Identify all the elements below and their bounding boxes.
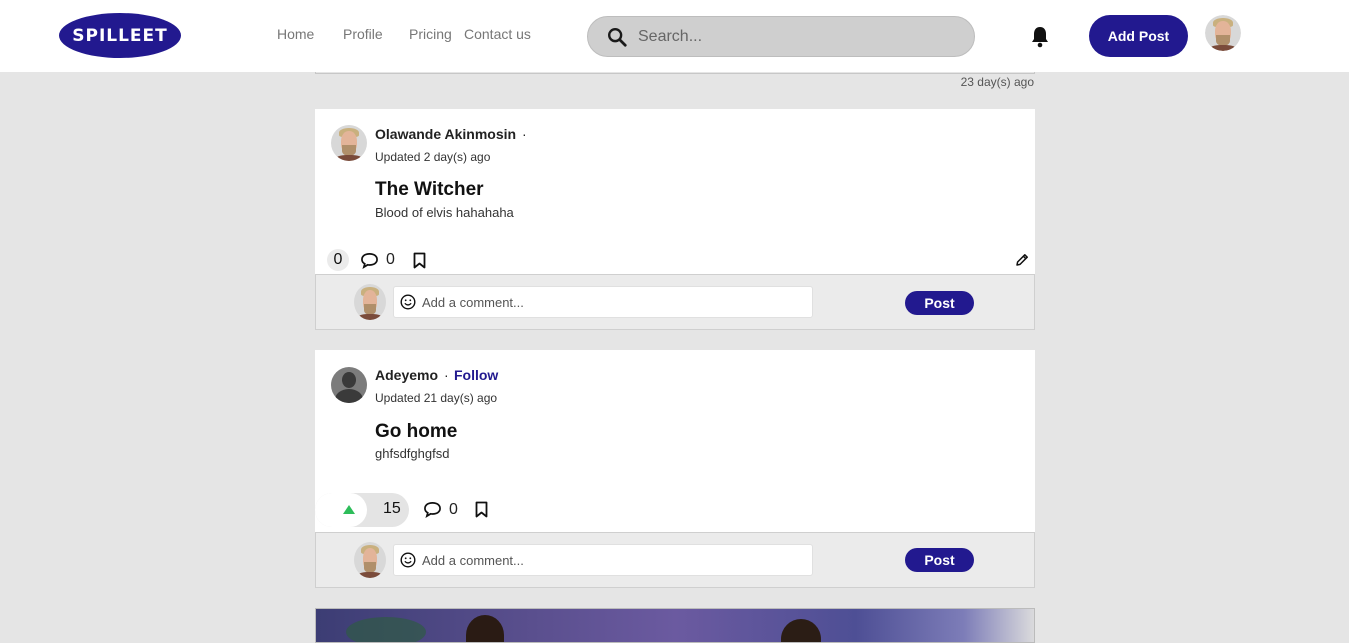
- comment-input[interactable]: [422, 287, 802, 317]
- vote-count: 15: [383, 500, 401, 517]
- commenter-avatar: [354, 542, 386, 578]
- author-name[interactable]: Olawande Akinmosin: [375, 126, 516, 142]
- search-input[interactable]: [638, 17, 958, 56]
- bell-icon[interactable]: [1030, 26, 1050, 48]
- author-avatar[interactable]: [331, 367, 367, 403]
- nav-pricing[interactable]: Pricing: [409, 26, 452, 42]
- search-bar[interactable]: [587, 16, 975, 57]
- comment-count: 0: [386, 251, 395, 268]
- vote-counter[interactable]: 0: [327, 249, 349, 271]
- post-body: ghfsdfghgfsd: [375, 446, 450, 461]
- emoji-icon[interactable]: [400, 552, 416, 568]
- follow-link[interactable]: Follow: [454, 367, 498, 383]
- post-comment-button[interactable]: Post: [905, 548, 974, 572]
- separator-dot: ·: [444, 367, 449, 383]
- comment-box[interactable]: [393, 286, 813, 318]
- post-card: Olawande Akinmosin · Updated 2 day(s) ag…: [315, 109, 1035, 245]
- comment-row: Post: [315, 274, 1035, 330]
- vote-counter[interactable]: 15: [315, 493, 409, 527]
- comment-input[interactable]: [422, 545, 802, 575]
- add-post-button[interactable]: Add Post: [1089, 15, 1188, 57]
- updated-time: Updated 2 day(s) ago: [375, 150, 491, 164]
- bookmark-icon[interactable]: [475, 501, 488, 518]
- vote-count: 0: [333, 251, 343, 268]
- nav-profile[interactable]: Profile: [343, 26, 383, 42]
- post-comment-button[interactable]: Post: [905, 291, 974, 315]
- search-icon[interactable]: [606, 26, 628, 48]
- edit-pencil-icon[interactable]: [1015, 253, 1029, 267]
- author-name[interactable]: Adeyemo: [375, 367, 438, 383]
- upvote-button[interactable]: [315, 493, 367, 527]
- comment-count: 0: [449, 501, 458, 518]
- previous-post-time: 23 day(s) ago: [960, 75, 1034, 89]
- separator-dot: ·: [522, 126, 527, 142]
- commenter-avatar: [354, 284, 386, 320]
- author-avatar[interactable]: [331, 125, 367, 161]
- post-image[interactable]: [315, 608, 1035, 643]
- nav-home[interactable]: Home: [277, 26, 314, 42]
- post-card: Adeyemo · Follow Updated 21 day(s) ago G…: [315, 350, 1035, 488]
- post-title[interactable]: Go home: [375, 421, 457, 443]
- updated-time: Updated 21 day(s) ago: [375, 391, 498, 405]
- post-title[interactable]: The Witcher: [375, 179, 484, 201]
- logo-text: SPILLEET: [72, 25, 168, 46]
- post-actions-bar: 0 0: [315, 245, 1035, 275]
- bookmark-icon[interactable]: [413, 252, 426, 269]
- emoji-icon[interactable]: [400, 294, 416, 310]
- post-actions-bar: 15 0: [315, 488, 1035, 532]
- user-avatar[interactable]: [1205, 15, 1241, 51]
- upvote-arrow-icon: [343, 505, 355, 514]
- nav-contact-us[interactable]: Contact us: [464, 26, 531, 42]
- comment-icon[interactable]: [423, 501, 442, 518]
- spilleet-logo[interactable]: SPILLEET: [59, 13, 181, 58]
- comment-icon[interactable]: [360, 252, 379, 269]
- comment-row: Post: [315, 532, 1035, 588]
- post-body: Blood of elvis hahahaha: [375, 205, 514, 220]
- comment-box[interactable]: [393, 544, 813, 576]
- top-navbar: SPILLEET Home Profile Pricing Contact us…: [0, 0, 1349, 72]
